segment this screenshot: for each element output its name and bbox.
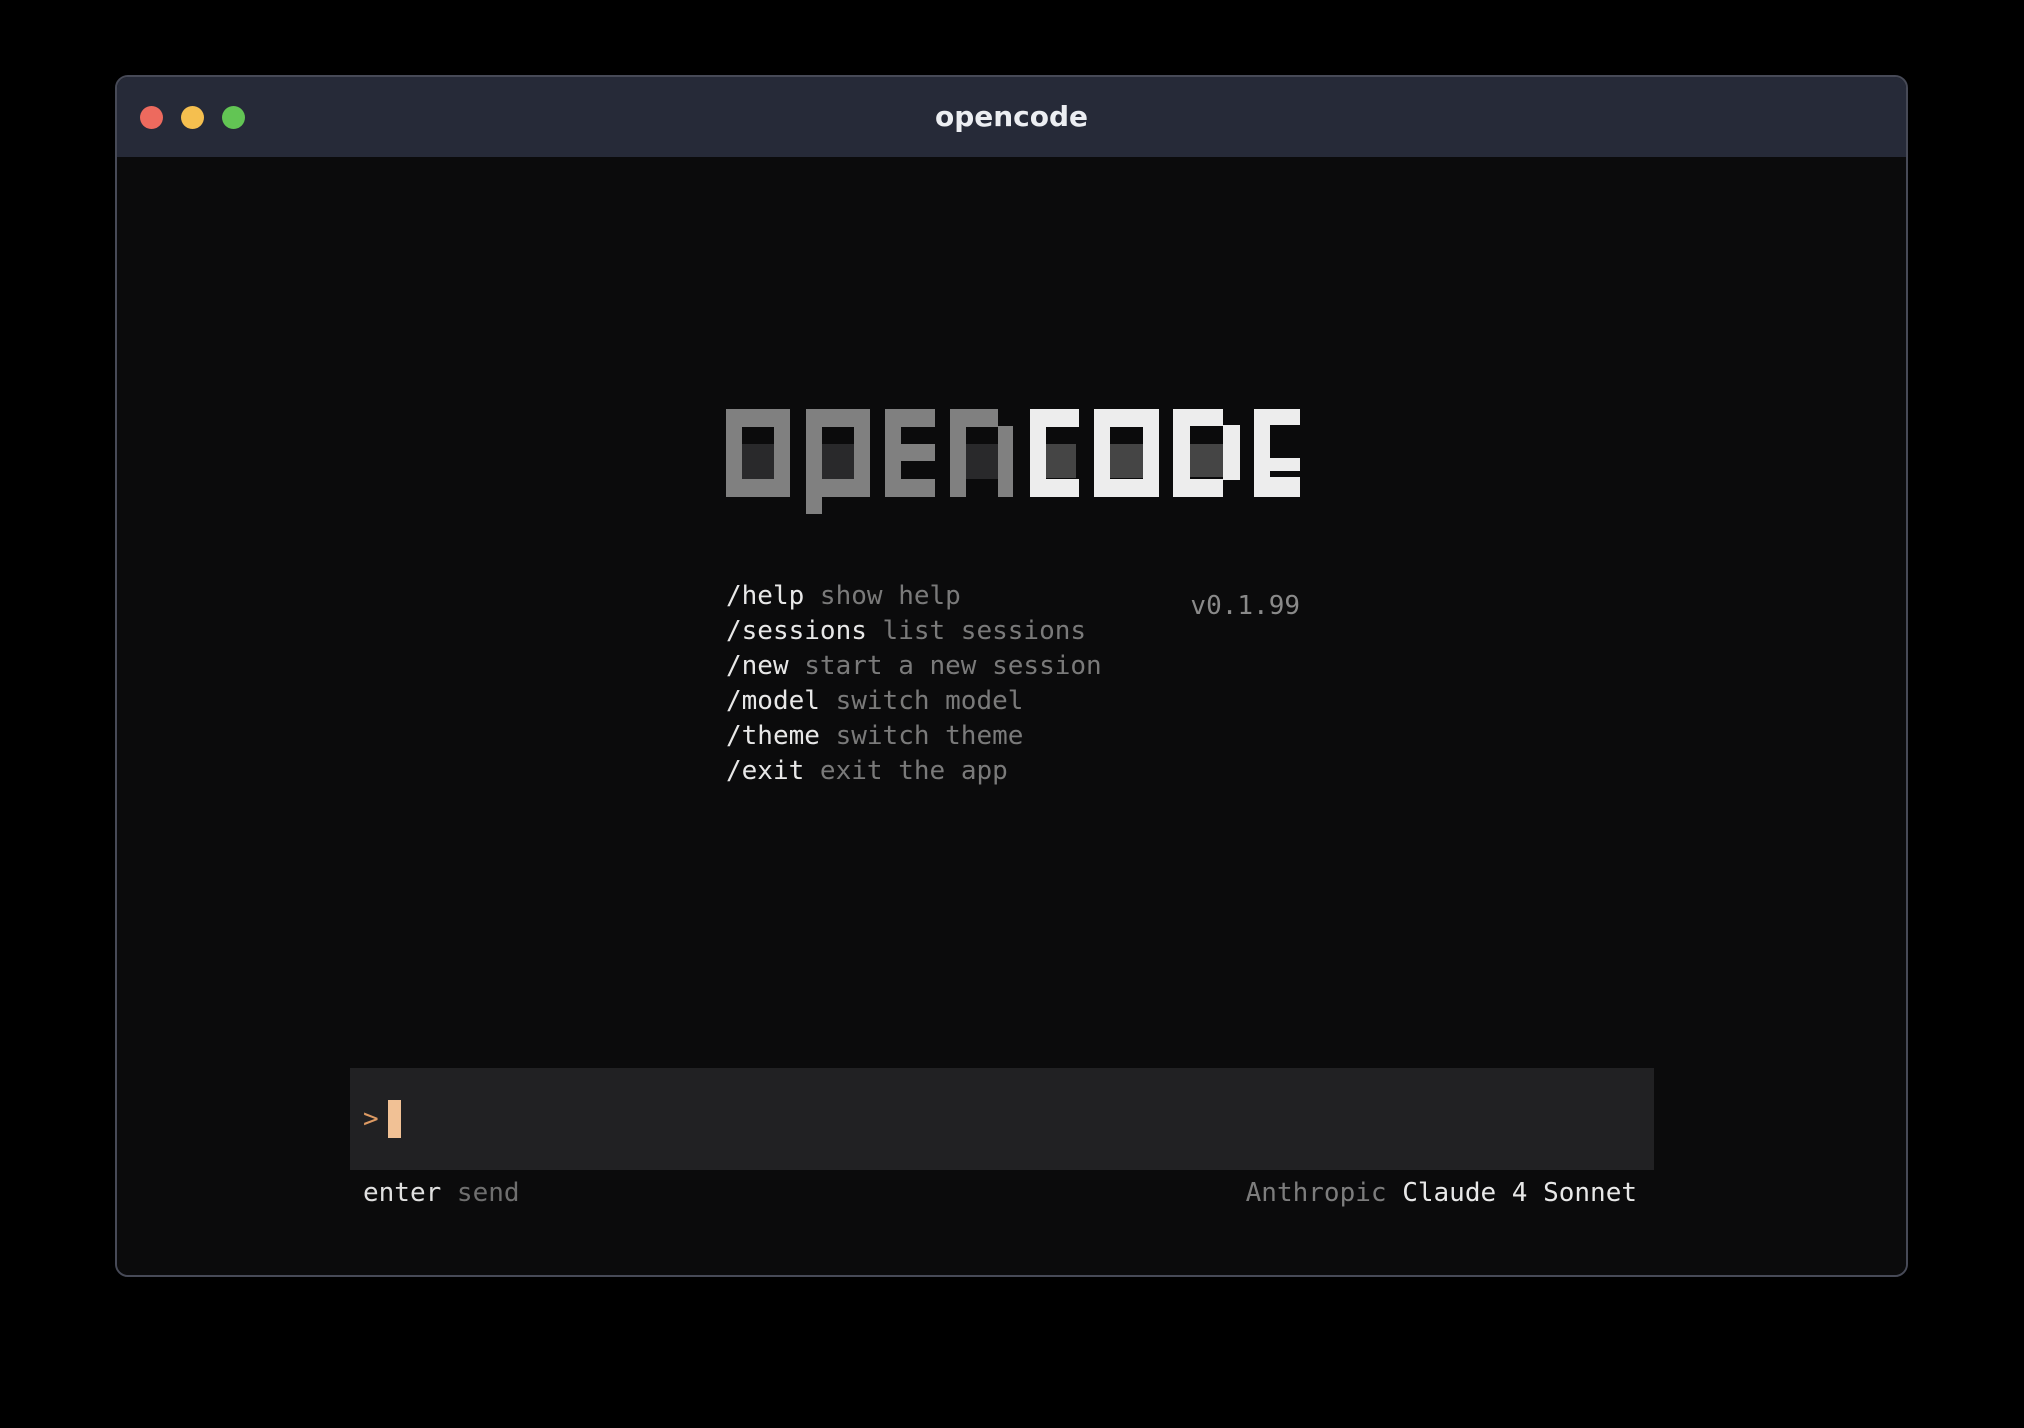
key-hint: enter send [363,1177,520,1209]
text-cursor [388,1100,401,1138]
command-description: switch theme [820,721,1024,751]
prompt-symbol: > [363,1068,379,1170]
command-description: switch model [820,686,1024,716]
command-row: /model switch model [726,684,1102,719]
opencode-logo-svg [726,409,1300,514]
command-row: /exit exit the app [726,754,1102,789]
model-indicator: Anthropic Claude 4 Sonnet [1246,1177,1637,1209]
command-name: /model [726,686,820,716]
model-provider: Anthropic [1246,1178,1387,1208]
command-list: /help show help /sessions list sessions … [726,579,1102,789]
key-hint-action: send [441,1178,519,1208]
command-row: /sessions list sessions [726,614,1102,649]
command-name: /sessions [726,616,867,646]
command-description: show help [804,581,961,611]
main-content: v0.1.99 /help show help /sessions list s… [117,157,1906,1275]
command-name: /help [726,581,804,611]
prompt-input[interactable]: > [350,1068,1654,1170]
command-row: /theme switch theme [726,719,1102,754]
model-name: Claude 4 Sonnet [1387,1178,1637,1208]
command-name: /exit [726,756,804,786]
command-description: exit the app [804,756,1008,786]
command-name: /theme [726,721,820,751]
app-window: opencode v0.1.99 /help show help /sessio… [115,75,1908,1277]
command-description: start a new session [789,651,1102,681]
command-row: /help show help [726,579,1102,614]
key-hint-key: enter [363,1178,441,1208]
command-row: /new start a new session [726,649,1102,684]
status-bar: enter send Anthropic Claude 4 Sonnet [363,1177,1637,1209]
opencode-logo: v0.1.99 [726,409,1300,514]
window-titlebar: opencode [117,77,1906,157]
command-name: /new [726,651,789,681]
window-title: opencode [117,77,1906,157]
command-description: list sessions [867,616,1086,646]
